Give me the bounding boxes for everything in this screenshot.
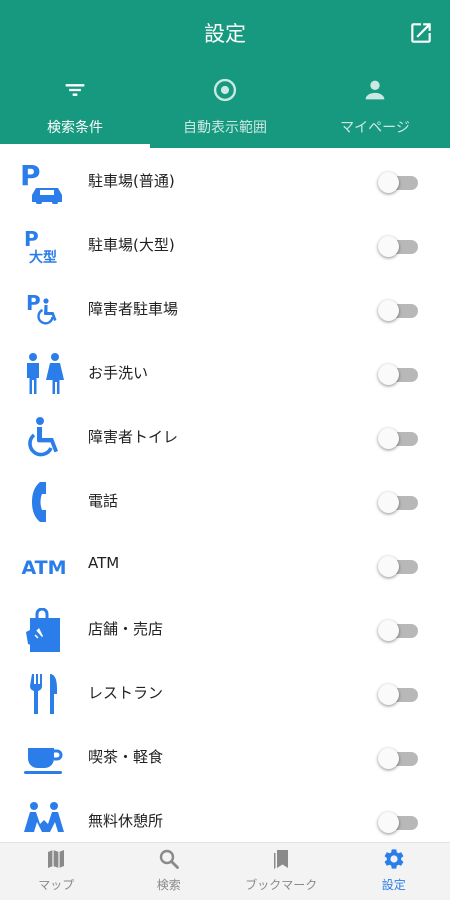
parking-accessible-icon: P <box>20 288 68 332</box>
list-item-coffee: 喫茶・軽食 <box>0 726 450 790</box>
facility-label: レストラン <box>88 684 164 702</box>
facility-label: 駐車場(大型) <box>88 236 175 254</box>
accessible-toilet-icon <box>20 416 68 460</box>
rest-area-icon <box>20 800 68 842</box>
nav-map[interactable]: マップ <box>0 843 113 900</box>
tab-search-conditions[interactable]: 検索条件 <box>0 68 150 148</box>
toggle-thumb <box>378 556 399 577</box>
toggle-thumb <box>378 428 399 449</box>
tab-auto-display-range[interactable]: 自動表示範囲 <box>150 68 300 148</box>
atm-icon: ATM <box>20 544 68 588</box>
person-icon <box>365 80 385 100</box>
facility-label: 喫茶・軽食 <box>88 748 164 766</box>
svg-text:P: P <box>20 160 41 192</box>
map-icon <box>48 850 65 868</box>
toggle-thumb <box>378 620 399 641</box>
facility-label: 店舗・売店 <box>88 620 164 638</box>
toggle-switch[interactable] <box>378 683 418 705</box>
tab-label: マイページ <box>340 120 410 136</box>
toggle-thumb <box>378 364 399 385</box>
list-item-restaurant: レストラン <box>0 662 450 726</box>
toggle-thumb <box>378 684 399 705</box>
svg-text:P: P <box>26 291 41 315</box>
atm-icon-text: ATM <box>21 557 66 579</box>
parking-large-icon: P 大型 <box>20 224 68 268</box>
gear-icon <box>384 849 404 869</box>
list-item-parking-normal: P 駐車場(普通) <box>0 150 450 214</box>
list-item-rest-area: 無料休憩所 <box>0 790 450 842</box>
nav-label: 設定 <box>381 878 406 892</box>
facility-label: 障害者トイレ <box>88 428 179 446</box>
list-item-shop: 店舗・売店 <box>0 598 450 662</box>
toggle-switch[interactable] <box>378 299 418 321</box>
toggle-switch[interactable] <box>378 619 418 641</box>
list-item-phone: 電話 <box>0 470 450 534</box>
facility-label: 駐車場(普通) <box>88 172 175 190</box>
tab-bar: 検索条件 自動表示範囲 マイページ <box>0 68 450 148</box>
toggle-switch[interactable] <box>378 747 418 769</box>
parking-car-icon: P <box>20 160 68 204</box>
filter-icon <box>65 84 85 96</box>
list-item-accessible-toilet: 障害者トイレ <box>0 406 450 470</box>
toggle-switch[interactable] <box>378 427 418 449</box>
shopping-bag-icon <box>20 608 68 652</box>
open-in-new-icon[interactable] <box>408 20 434 46</box>
toggle-thumb <box>378 748 399 769</box>
svg-text:P: P <box>24 227 39 251</box>
nav-search[interactable]: 検索 <box>113 843 226 900</box>
active-tab-indicator <box>0 144 150 148</box>
facility-label: 無料休憩所 <box>88 812 164 830</box>
toggle-thumb <box>378 492 399 513</box>
restaurant-icon <box>20 672 68 716</box>
tab-my-page[interactable]: マイページ <box>300 68 450 148</box>
facility-label: ATM <box>88 554 120 572</box>
toggle-thumb <box>378 236 399 257</box>
list-item-restroom: お手洗い <box>0 342 450 406</box>
bottom-navigation: マップ 検索 ブックマーク 設定 <box>0 842 450 900</box>
toggle-thumb <box>378 812 399 833</box>
restroom-icon <box>20 352 68 396</box>
toggle-switch[interactable] <box>378 811 418 833</box>
facility-label: 電話 <box>88 492 119 510</box>
list-item-accessible-parking: P 障害者駐車場 <box>0 278 450 342</box>
tab-label: 自動表示範囲 <box>183 120 267 136</box>
facility-label: お手洗い <box>88 364 149 382</box>
toggle-switch[interactable] <box>378 171 418 193</box>
toggle-switch[interactable] <box>378 235 418 257</box>
phone-icon <box>20 480 68 524</box>
nav-label: ブックマーク <box>245 878 318 892</box>
toggle-switch[interactable] <box>378 491 418 513</box>
parking-large-icon-text: 大型 <box>29 249 57 266</box>
nav-bookmark[interactable]: ブックマーク <box>225 843 338 900</box>
toggle-switch[interactable] <box>378 363 418 385</box>
toggle-switch[interactable] <box>378 555 418 577</box>
facility-label: 障害者駐車場 <box>88 300 179 318</box>
page-title: 設定 <box>204 22 246 46</box>
nav-label: マップ <box>38 878 75 892</box>
toggle-thumb <box>378 300 399 321</box>
coffee-icon <box>20 736 68 780</box>
nav-settings[interactable]: 設定 <box>338 843 450 900</box>
list-item-atm: ATM ATM <box>0 534 450 598</box>
nav-label: 検索 <box>156 878 181 892</box>
search-icon <box>159 849 179 869</box>
list-item-parking-large: P 大型 駐車場(大型) <box>0 214 450 278</box>
facility-list[interactable]: P 駐車場(普通) P 大型 駐車場(大型) P 障害者駐車場 お手洗い 障害者… <box>0 150 450 842</box>
target-icon <box>213 78 237 102</box>
toggle-thumb <box>378 172 399 193</box>
tab-label: 検索条件 <box>47 120 103 136</box>
bookmark-icon <box>274 850 289 869</box>
app-header: 設定 検索条件 自動表示範囲 マイページ <box>0 0 450 148</box>
